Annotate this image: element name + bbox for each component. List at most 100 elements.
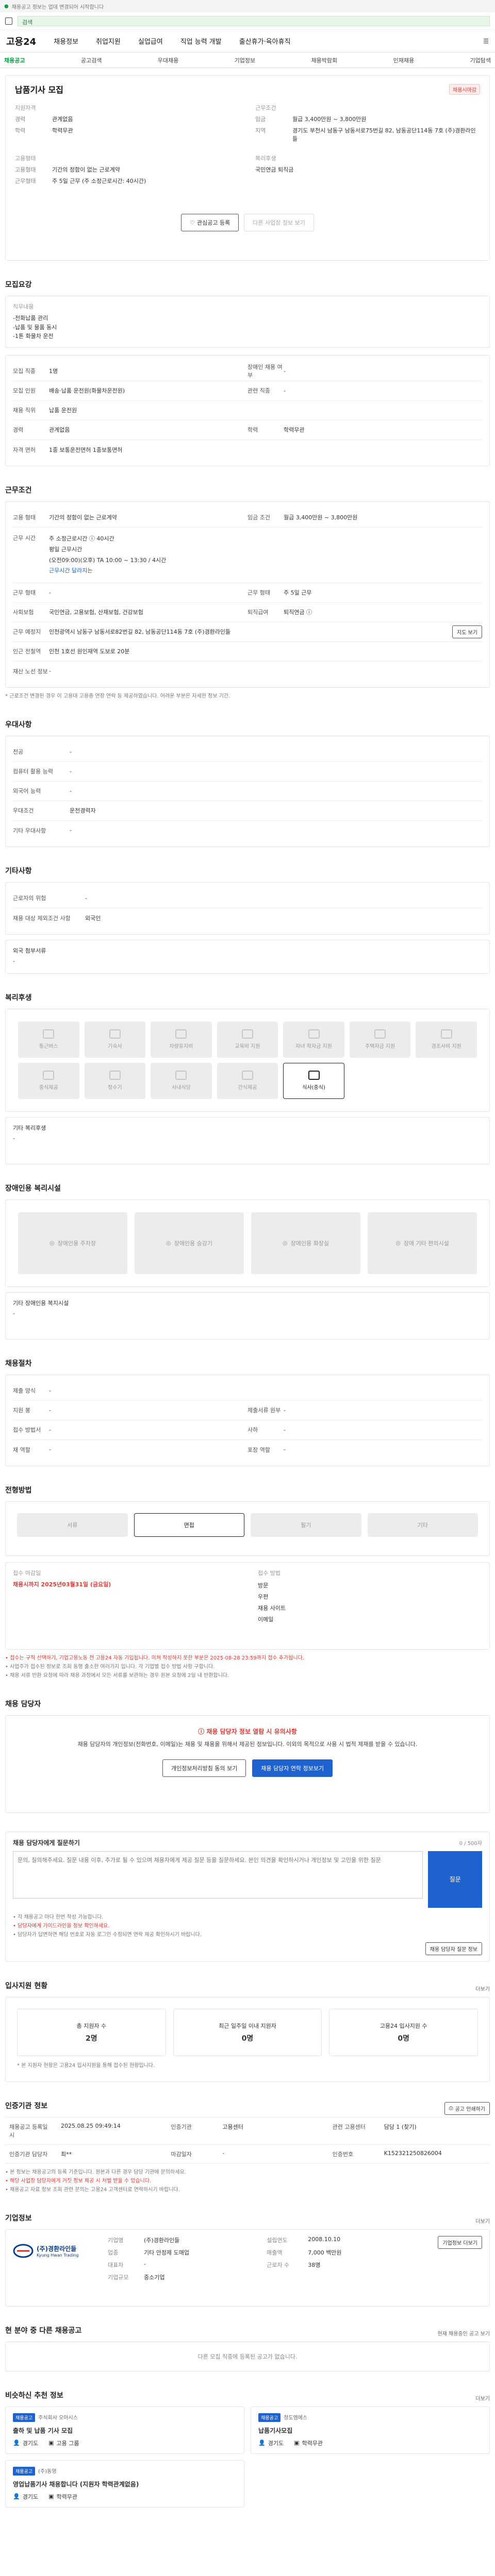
conditions-table: 고용 형태 기간의 정함이 없는 근로계약 임금 조건 월급 3,400만원 ~ 3,… (5, 501, 490, 688)
site-logo[interactable]: 고용24 (6, 35, 36, 48)
menu-icon[interactable]: ☰ (483, 38, 489, 45)
privacy-button[interactable]: 개인정보처리방침 동의 보기 (162, 1759, 246, 1777)
same-link[interactable]: 현재 채용중인 공고 보기 (437, 2329, 490, 2337)
benefit-item: 교육비 지원 (217, 1021, 278, 1058)
related-tag: 채용공고 (258, 2413, 281, 2422)
benefit-label: 차량유지비 (169, 1044, 193, 1050)
table-row: 우대조건 운전경력자 (13, 801, 482, 821)
subnav-item-explore[interactable]: 기업탐색 (470, 56, 490, 64)
location-value: 경기도 부천시 남동구 남동서로75번길 82, 남동공단114동 7호 (주)… (292, 127, 476, 142)
row-key: 채용 대상 제외조건 사항 (13, 914, 71, 922)
row-value: - (284, 367, 286, 375)
stat-item: 고용24 입사지원 수 0명 (329, 2008, 478, 2056)
contact-alert-body: 채용 담당자의 개인정보(전화번호, 이메일)는 채용 및 채용을 위해서 제공… (77, 1740, 418, 1748)
registration-section: 인증기관 정보 ⎙ 공고 인쇄하기 채용공고 등록일시 2025.08.25 09:4… (5, 2100, 490, 2194)
company-detail-button[interactable]: 기업정보 더보기 (438, 2235, 482, 2249)
benefit-icon (175, 1071, 187, 1080)
subnav-item-company[interactable]: 기업정보 (235, 56, 255, 64)
row-key: 포장 역할 (248, 1446, 270, 1453)
view-contact-button[interactable]: 채용 담당자 연락 정보보기 (252, 1759, 333, 1777)
tag-icon: ▣ (48, 2439, 54, 2447)
table-row: 컴퓨터 활용 능력 - (13, 762, 482, 782)
subnav-item-search[interactable]: 공고검색 (81, 56, 102, 64)
row-value: 2025.08.25 09:49:14 (57, 2117, 167, 2145)
nav-item-benefit[interactable]: 실업급여 (138, 36, 163, 46)
map-button[interactable]: 지도 보기 (452, 625, 482, 638)
pref-section: 우대사항 전공 - 컴퓨터 활용 능력 - 외국어 능력 - 우대조건 운전경력자 기타… (5, 719, 490, 847)
row-key: 관련 고용센터 (328, 2117, 380, 2145)
time-line: 평일 근무시간 (49, 546, 82, 553)
row-value: 2008.10.10 (308, 2235, 341, 2243)
related-card[interactable]: 채용공고 청도엠에스 납품기사모집 👤 경기도 ▣ 학력무관 (251, 2406, 490, 2454)
related-loc-text: 경기도 (22, 2439, 39, 2447)
subnav-item-talent[interactable]: 인재채용 (393, 56, 414, 64)
nav-item-leave[interactable]: 출산휴가·육아휴직 (239, 36, 291, 46)
benefit-label: 주택자금 지원 (365, 1044, 395, 1050)
row-value: - (284, 1446, 286, 1453)
bookmark-button[interactable]: ♡ 관심공고 등록 (181, 214, 239, 231)
table-row: 전공 - (13, 742, 482, 762)
question-input[interactable] (13, 1851, 423, 1899)
company-title: 기업정보 (5, 2214, 32, 2223)
benefit-icon (43, 1071, 55, 1080)
stats-note: * 본 지원자 현황은 고용24 입사지원을 통해 접수된 현황입니다. (17, 2062, 155, 2069)
benefit-item: 사내식당 (151, 1062, 212, 1099)
nav-item-support[interactable]: 취업지원 (96, 36, 121, 46)
share-button[interactable]: 다른 사업장 정보 보기 (244, 214, 314, 231)
welfare-label: 복리후생 (255, 155, 276, 162)
education-key: 학력 (15, 127, 26, 134)
pref-title: 우대사항 (5, 720, 32, 729)
subnav-item-postings[interactable]: 채용공고 (4, 56, 25, 64)
status-badge: 채용시마감 (449, 83, 480, 95)
print-button[interactable]: ⎙ 공고 인쇄하기 (444, 2102, 490, 2115)
person-icon: 👤 (258, 2439, 266, 2447)
contact-card: ⓘ 채용 담당자 정보 열람 시 유의사항 채용 담당자의 개인정보(전화번호,… (5, 1715, 490, 1813)
method-section: 전형방법 서류 면접 필기 기타 접수 마감일 채용시까지 2025년03월31일 (… (5, 1485, 490, 1680)
row-key: 인증기관 (167, 2117, 219, 2145)
method-item: 면접 (134, 1513, 244, 1537)
way-item: 우편 (258, 1593, 269, 1600)
registration-title: 인증기관 정보 (5, 2102, 48, 2110)
stats-more-link[interactable]: 더보기 (475, 1985, 490, 1992)
conditions-note: * 근로조건 변경된 경우 이 고용대 고용종 연장 연락 등 제공하였습니다.… (5, 693, 230, 699)
related-job: 영업납품기사 채용합니다 (지원자 학력관계없음) (13, 2480, 139, 2488)
benefits-title: 복리후생 (5, 993, 32, 1002)
contact-section: 채용 담당자 ⓘ 채용 담당자 정보 열람 시 유의사항 채용 담당자의 개인정… (5, 1699, 490, 1813)
company-logo: (주)경환라인들 Kyung Hwan Trading (13, 2236, 95, 2266)
related-card[interactable]: 채용공고 주식회사 오아시스 출하 및 납품 기사 모집 👤 경기도 ▣ 고용 그룹 (5, 2406, 244, 2454)
qna-section: 채용 담당자에게 질문하기 0 / 500자 질문 • 각 채용공고 마다 한번… (5, 1831, 490, 1962)
home-icon[interactable] (5, 17, 12, 25)
row-key: 인증기관 담당자 (5, 2145, 57, 2164)
contact-title: 채용 담당자 (5, 1700, 41, 1708)
benefit-icon (308, 1071, 320, 1080)
row-value: - (70, 787, 72, 794)
row-value: 1명 (49, 368, 58, 375)
nav-item-training[interactable]: 직업 능력 개발 (180, 36, 222, 46)
related-card[interactable]: 채용공고 (주)동영 영업납품기사 채용합니다 (지원자 학력관계없음) 👤 경기도… (5, 2460, 244, 2507)
benefit-icon (43, 1029, 55, 1039)
stat-label: 총 지원자 수 (76, 2022, 107, 2029)
time-more-link[interactable]: 근무시간 달라지는 (49, 566, 482, 577)
table-row: 접수 방법서 - 사하 - (13, 1420, 482, 1440)
related-more-link[interactable]: 더보기 (475, 2394, 490, 2402)
search-input[interactable]: 검색 (18, 15, 490, 26)
company-more-link[interactable]: 더보기 (475, 2217, 490, 2225)
submit-question-button[interactable]: 질문 (428, 1851, 482, 1908)
notice-icon: ● (4, 3, 9, 9)
etc-title: 기타사항 (5, 867, 32, 875)
benefit-item: 경조사비 지원 (416, 1021, 477, 1058)
row-value: 인천광역시 남동구 남동서로82번길 82, 남동공단114동 7호 (주)경환… (49, 629, 231, 636)
facility-label: 장애인용 주차장 (57, 1240, 96, 1247)
benefit-icon (109, 1029, 121, 1039)
job-summary-card: 납품기사 모집 채용시마감 지원자격 경력 관계없음 학력 학력무관 근무조건 임금… (5, 75, 490, 261)
hours-key: 근무형태 (15, 178, 36, 184)
row-value: 1종 보통운전면허 1종보통면허 (49, 446, 123, 453)
subnav-item-fair[interactable]: 채용박람회 (311, 56, 338, 64)
subnav-item-preferred[interactable]: 우대채용 (158, 56, 178, 64)
table-row: 채용 대상 제외조건 사항 외국인 (13, 908, 482, 928)
row-key: 근무 예정지 (13, 629, 41, 636)
facilities-grid: ◎ 장애인용 주차장 ◎ 장애인용 승강기 ◎ 장애인용 화장실 ◎ 장애 기타 편의시설 (18, 1212, 477, 1274)
deadline-value: 채용시까지 2025년03월31일 (금요일) (13, 1581, 111, 1588)
qna-guide-button[interactable]: 채용 담당자 질문 정보 (425, 1942, 482, 1955)
nav-item-jobs[interactable]: 채용정보 (54, 36, 78, 46)
